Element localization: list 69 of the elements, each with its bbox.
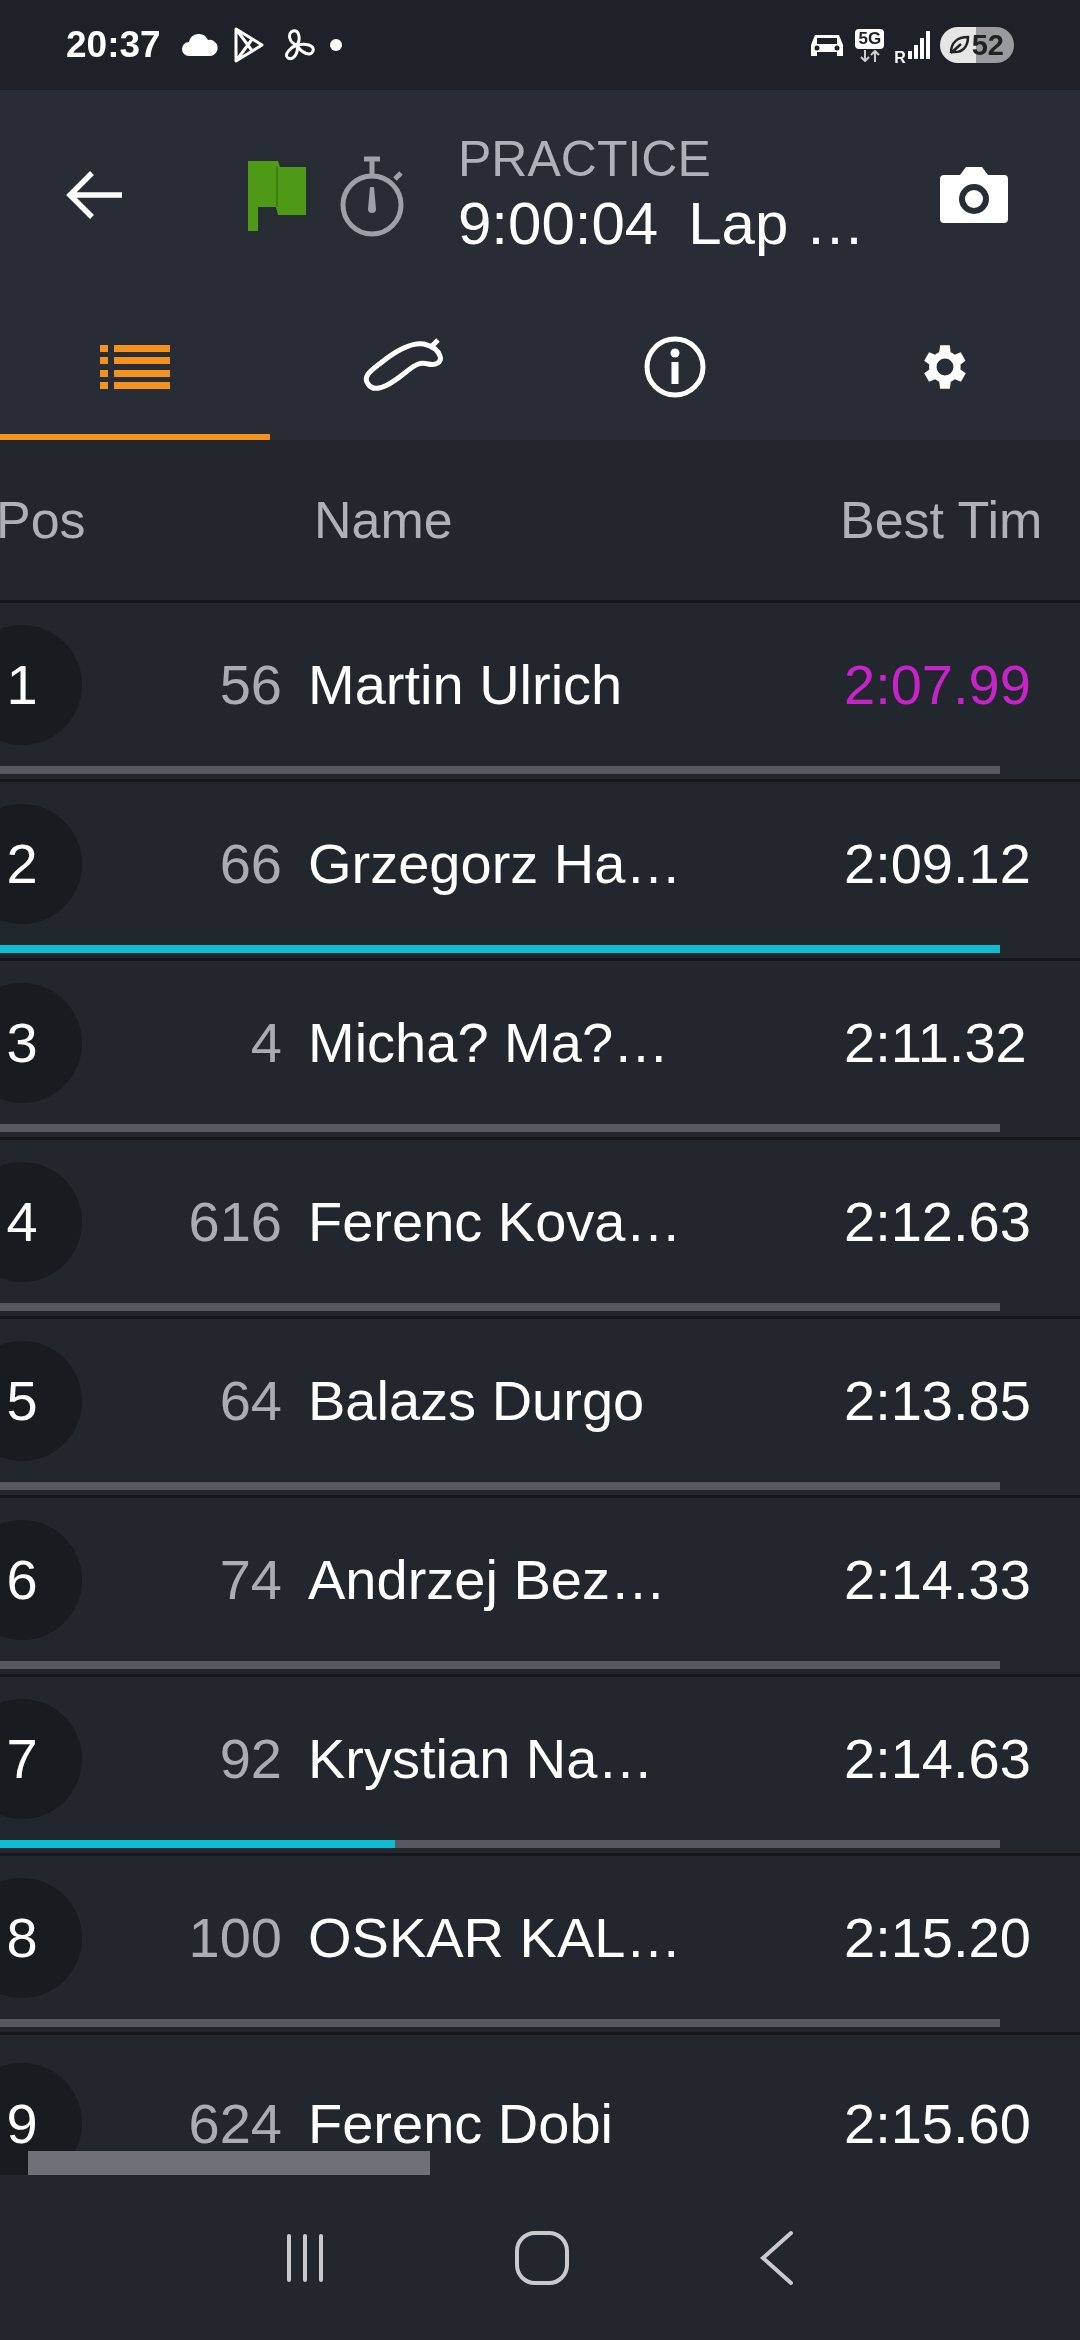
- position-badge: 8: [0, 1877, 82, 1998]
- stopwatch-icon: [340, 155, 406, 239]
- driver-name: Balazs Durgo: [308, 1368, 646, 1433]
- info-icon: [644, 336, 706, 398]
- driver-name: Ferenc Dobi: [308, 2090, 615, 2156]
- table-row[interactable]: 7 92 Krystian Na… 2:14.63: [0, 1677, 1080, 1853]
- driver-name: OSKAR KAL…: [308, 1905, 683, 1970]
- car-number: 100: [187, 1905, 282, 1970]
- best-time: 2:12.63: [844, 1189, 1031, 1254]
- car-number: 624: [187, 2090, 282, 2156]
- table-row[interactable]: 5 64 Balazs Durgo 2:13.85: [0, 1319, 1080, 1495]
- table-row[interactable]: 3 4 Micha? Ma?… 2:11.32: [0, 961, 1080, 1137]
- clock-time: 20:37: [66, 24, 161, 66]
- driver-name: Grzegorz Ha…: [308, 831, 683, 896]
- position-badge: 7: [0, 1698, 82, 1819]
- column-header: Best Tim: [840, 490, 1043, 550]
- home-icon[interactable]: [514, 2229, 570, 2286]
- column-header: Pos: [0, 490, 87, 550]
- network-type: 5G: [855, 28, 885, 49]
- car-number: 616: [187, 1189, 282, 1254]
- position-badge: 4: [0, 1161, 82, 1282]
- position-badge: 3: [0, 982, 82, 1103]
- table-row[interactable]: 6 74 Andrzej Bez… 2:14.33: [0, 1498, 1080, 1674]
- best-time: 2:15.60: [844, 2090, 1031, 2156]
- best-time: 2:14.63: [844, 1726, 1031, 1791]
- best-time: 2:14.33: [844, 1547, 1031, 1612]
- best-time: 2:07.99: [844, 652, 1031, 717]
- car-number: 74: [218, 1547, 282, 1612]
- driver-name: Ferenc Kova…: [308, 1189, 683, 1254]
- car-number: 4: [249, 1010, 282, 1075]
- leaf-icon: [947, 34, 970, 56]
- camera-icon[interactable]: [938, 165, 1010, 225]
- best-time: 2:11.32: [844, 1010, 1027, 1075]
- flag-icon: [248, 159, 306, 231]
- driver-name: Krystian Na…: [308, 1726, 655, 1791]
- session-clock: 9:00:04: [458, 189, 659, 259]
- list-icon: [100, 345, 170, 389]
- table-row[interactable]: 2 66 Grzegorz Ha… 2:09.12: [0, 782, 1080, 958]
- driver-name: Micha? Ma?…: [308, 1010, 671, 1075]
- driver-name: Martin Ulrich: [308, 652, 624, 717]
- car-number: 64: [218, 1368, 282, 1433]
- position-badge: 1: [0, 624, 82, 745]
- data-arrows-icon: [858, 49, 881, 62]
- position-badge: 5: [0, 1340, 82, 1461]
- car-number: 92: [218, 1726, 282, 1791]
- driver-name: Andrzej Bez…: [308, 1547, 667, 1612]
- position-badge: 6: [0, 1519, 82, 1640]
- back-icon[interactable]: [759, 2229, 796, 2286]
- cloud-icon: [180, 33, 219, 57]
- best-time: 2:13.85: [844, 1368, 1031, 1433]
- table-row[interactable]: 1 56 Martin Ulrich 2:07.99: [0, 603, 1080, 779]
- best-time: 2:15.20: [844, 1905, 1031, 1970]
- session-title: PRACTICE: [458, 130, 712, 188]
- car-number: 56: [218, 652, 282, 717]
- back-arrow-icon[interactable]: [64, 170, 124, 220]
- roaming-indicator: R: [894, 49, 906, 67]
- dot-icon: [328, 38, 343, 52]
- table-row[interactable]: 9 624 Ferenc Dobi 2:15.60: [0, 2035, 1080, 2175]
- recent-apps-icon[interactable]: [284, 2232, 325, 2283]
- scrollbar[interactable]: [28, 2151, 430, 2175]
- best-time: 2:09.12: [844, 831, 1031, 896]
- car-number: 66: [218, 831, 282, 896]
- table-row[interactable]: 8 100 OSKAR KAL… 2:15.20: [0, 1856, 1080, 2032]
- lap-label: Lap …: [688, 189, 865, 259]
- play-store-icon: [232, 27, 265, 63]
- column-header: Name: [314, 490, 454, 550]
- signal-icon: [907, 31, 930, 59]
- table-row[interactable]: 4 616 Ferenc Kova… 2:12.63: [0, 1140, 1080, 1316]
- position-badge: 2: [0, 803, 82, 924]
